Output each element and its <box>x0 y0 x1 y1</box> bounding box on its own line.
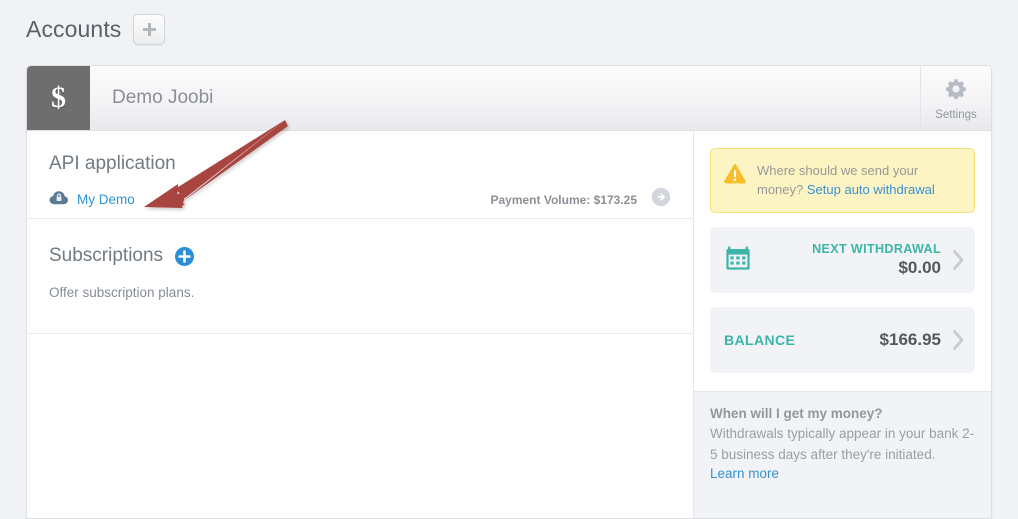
balance-body: BALANCE $166.95 <box>724 330 949 350</box>
account-body: API application My Demo Payment Volume: … <box>27 131 991 518</box>
page-header: Accounts <box>26 14 166 45</box>
balance-card[interactable]: BALANCE $166.95 <box>710 307 975 373</box>
plus-circle-icon[interactable] <box>175 246 195 266</box>
sidebar-top: Where should we send your money? Setup a… <box>694 131 991 373</box>
settings-label: Settings <box>935 108 977 121</box>
warning-triangle-icon <box>723 163 747 190</box>
faq-section: When will I get my money? Withdrawals ty… <box>694 391 991 518</box>
next-withdrawal-card[interactable]: NEXT WITHDRAWAL $0.00 <box>710 227 975 293</box>
next-withdrawal-body: NEXT WITHDRAWAL $0.00 <box>770 242 949 278</box>
faq-body: Withdrawals typically appear in your ban… <box>710 426 975 462</box>
next-withdrawal-label: NEXT WITHDRAWAL <box>812 242 941 256</box>
withdrawal-alert-text: Where should we send your money? Setup a… <box>757 161 960 199</box>
subscriptions-section: Subscriptions Offer subscription plans. <box>27 219 693 334</box>
right-sidebar: Where should we send your money? Setup a… <box>694 131 991 518</box>
dollar-badge-icon: $ <box>27 66 90 130</box>
setup-auto-withdrawal-link[interactable]: Setup auto withdrawal <box>807 182 935 197</box>
balance-value: $166.95 <box>879 330 941 349</box>
payment-volume-label: Payment Volume: $173.25 <box>490 192 637 207</box>
calendar-icon <box>724 244 752 277</box>
arrow-right-circle-icon[interactable] <box>651 187 671 212</box>
balance-label: BALANCE <box>724 332 796 348</box>
settings-button[interactable]: Settings <box>920 66 991 130</box>
learn-more-link[interactable]: Learn more <box>710 466 779 481</box>
api-application-link[interactable]: My Demo <box>77 192 135 207</box>
faq-title: When will I get my money? <box>710 406 883 421</box>
left-column: API application My Demo Payment Volume: … <box>27 131 694 518</box>
account-header-bar: $ Demo Joobi Settings <box>27 66 991 131</box>
plus-icon <box>142 22 157 37</box>
api-application-section: API application My Demo Payment Volume: … <box>27 131 693 219</box>
chevron-right-icon <box>949 329 967 351</box>
gear-icon <box>943 76 969 107</box>
cloud-lock-icon <box>49 189 69 210</box>
next-withdrawal-value: $0.00 <box>898 258 941 277</box>
subscriptions-description: Offer subscription plans. <box>49 285 195 300</box>
page-title: Accounts <box>26 16 122 42</box>
chevron-right-icon <box>949 249 967 271</box>
calendar-icon-slot <box>724 244 770 277</box>
account-name: Demo Joobi <box>112 87 214 108</box>
withdrawal-alert: Where should we send your money? Setup a… <box>710 148 975 213</box>
account-panel: $ Demo Joobi Settings API application My… <box>26 65 992 519</box>
api-section-title: API application <box>49 153 176 174</box>
add-account-button[interactable] <box>133 14 166 45</box>
api-application-meta: Payment Volume: $173.25 <box>490 187 671 212</box>
api-application-row: My Demo Payment Volume: $173.25 <box>49 187 671 212</box>
subscriptions-title: Subscriptions <box>49 245 164 266</box>
subscriptions-title-row: Subscriptions <box>49 245 671 267</box>
